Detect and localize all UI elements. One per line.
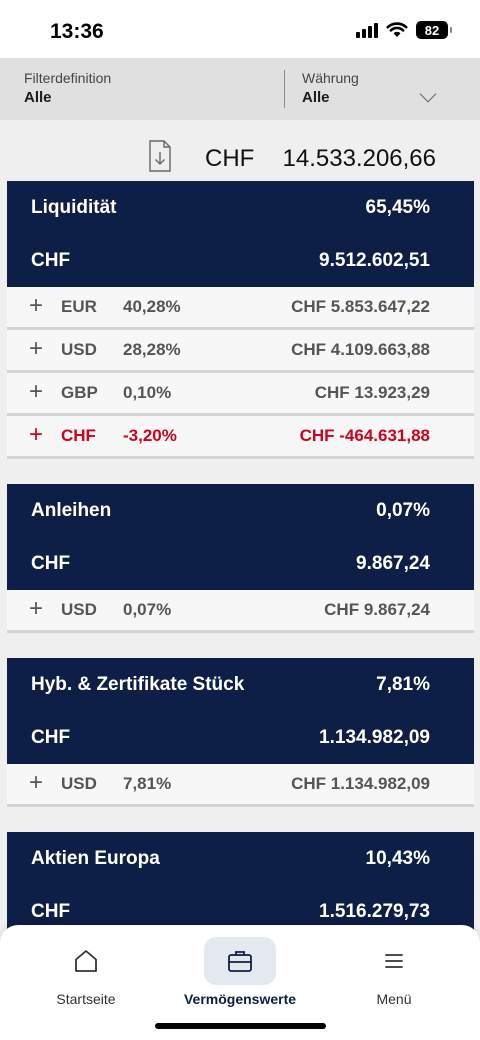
section-value: 1.134.982,09: [319, 726, 430, 748]
plus-expand-icon[interactable]: +: [29, 379, 61, 404]
position-amount: CHF 13.923,29: [314, 383, 430, 402]
section-value: 1.516.279,73: [319, 900, 430, 922]
position-percent: 28,28%: [123, 340, 181, 359]
section-percent: 65,45%: [365, 196, 430, 218]
section-percent: 7,81%: [376, 673, 430, 695]
section-value-row: CHF 1.134.982,09: [7, 711, 474, 764]
nav-item-menue[interactable]: Menü: [314, 937, 474, 1007]
section-title: Aktien Europa: [31, 847, 160, 869]
position-amount: CHF 5.853.647,22: [291, 297, 430, 316]
section-header: Liquidität 65,45% CHF 9.512.602,51: [7, 181, 474, 287]
plus-expand-icon[interactable]: +: [29, 336, 61, 361]
position-row-gbp[interactable]: + GBP 0,10% CHF 13.923,29: [7, 373, 474, 416]
position-currency: EUR: [61, 297, 97, 316]
position-percent: -3,20%: [123, 426, 177, 445]
position-percent: 7,81%: [123, 774, 172, 793]
section-liquiditaet[interactable]: Liquidität 65,45% CHF 9.512.602,51 + EUR…: [7, 181, 474, 459]
position-row-usd[interactable]: + USD 28,28% CHF 4.109.663,88: [7, 330, 474, 373]
section-title-row: Hyb. & Zertifikate Stück 7,81%: [7, 658, 474, 711]
nav-label: Vermögenswerte: [183, 991, 297, 1007]
section-anleihen[interactable]: Anleihen 0,07% CHF 9.867,24 + USD 0,07% …: [7, 484, 474, 633]
section-currency: CHF: [31, 900, 71, 922]
filter-bar: Filterdefinition Alle Währung Alle: [0, 58, 480, 120]
filter-divider: [284, 70, 285, 108]
section-value-row: CHF 9.512.602,51: [7, 234, 474, 287]
status-time: 13:36: [50, 20, 104, 43]
position-amount: CHF 9.867,24: [324, 600, 430, 619]
home-indicator: [155, 1023, 326, 1029]
section-title-row: Liquidität 65,45%: [7, 181, 474, 234]
position-percent: 40,28%: [123, 297, 181, 316]
position-row-usd[interactable]: + USD 7,81% CHF 1.134.982,09: [7, 764, 474, 807]
section-percent: 10,43%: [365, 847, 430, 869]
section-title: Anleihen: [31, 499, 112, 521]
plus-expand-icon[interactable]: +: [29, 770, 61, 795]
nav-item-vermoegenswerte[interactable]: Vermögenswerte: [160, 937, 320, 1007]
status-icons: 82: [356, 21, 452, 39]
position-amount: CHF -464.631,88: [299, 426, 430, 445]
position-currency: USD: [61, 774, 97, 793]
position-amount: CHF 1.134.982,09: [291, 774, 430, 793]
total-currency: CHF: [205, 145, 255, 172]
plus-expand-icon[interactable]: +: [29, 422, 61, 447]
section-value: 9.512.602,51: [319, 249, 430, 271]
total-row: CHF 14.533.206,66: [0, 138, 480, 178]
position-row-chf[interactable]: + CHF -3,20% CHF -464.631,88: [7, 416, 474, 459]
section-title-row: Anleihen 0,07%: [7, 484, 474, 537]
position-row-eur[interactable]: + EUR 40,28% CHF 5.853.647,22: [7, 287, 474, 330]
filter-definition-selector[interactable]: Filterdefinition Alle: [24, 70, 111, 106]
status-bar: 13:36 82: [0, 0, 480, 58]
plus-expand-icon[interactable]: +: [29, 596, 61, 621]
section-currency: CHF: [31, 552, 71, 574]
battery-icon: 82: [416, 21, 452, 39]
battery-level: 82: [424, 22, 440, 38]
position-percent: 0,07%: [123, 600, 172, 619]
section-header: Anleihen 0,07% CHF 9.867,24: [7, 484, 474, 590]
nav-label: Menü: [376, 991, 412, 1007]
position-currency: CHF: [61, 426, 96, 445]
section-aktien-europa[interactable]: Aktien Europa 10,43% CHF 1.516.279,73: [7, 832, 474, 938]
section-currency: CHF: [31, 249, 71, 271]
position-amount: CHF 4.109.663,88: [291, 340, 430, 359]
plus-expand-icon[interactable]: +: [29, 293, 61, 318]
position-currency: USD: [61, 600, 97, 619]
section-percent: 0,07%: [376, 499, 430, 521]
nav-label: Startseite: [56, 991, 116, 1007]
section-value-row: CHF 9.867,24: [7, 537, 474, 590]
section-header: Hyb. & Zertifikate Stück 7,81% CHF 1.134…: [7, 658, 474, 764]
section-value: 9.867,24: [356, 552, 430, 574]
position-currency: USD: [61, 340, 97, 359]
section-hybrid-zertifikate[interactable]: Hyb. & Zertifikate Stück 7,81% CHF 1.134…: [7, 658, 474, 807]
nav-item-startseite[interactable]: Startseite: [6, 937, 166, 1007]
home-icon[interactable]: [50, 937, 122, 985]
position-row-usd[interactable]: + USD 0,07% CHF 9.867,24: [7, 590, 474, 633]
section-title-row: Aktien Europa 10,43%: [7, 832, 474, 885]
wifi-icon: [386, 22, 408, 37]
briefcase-icon[interactable]: [204, 937, 276, 985]
position-currency: GBP: [61, 383, 98, 402]
section-currency: CHF: [31, 726, 71, 748]
section-header: Aktien Europa 10,43% CHF 1.516.279,73: [7, 832, 474, 938]
cellular-signal-icon: [356, 22, 378, 38]
filter-definition-value: Alle: [24, 89, 52, 106]
menu-icon[interactable]: [358, 937, 430, 985]
section-title: Hyb. & Zertifikate Stück: [31, 673, 245, 695]
section-title: Liquidität: [31, 196, 117, 218]
position-percent: 0,10%: [123, 383, 172, 402]
download-document-icon[interactable]: [148, 140, 172, 172]
filter-definition-label: Filterdefinition: [24, 70, 112, 86]
currency-label: Währung: [302, 70, 359, 86]
total-amount: 14.533.206,66: [282, 145, 436, 172]
